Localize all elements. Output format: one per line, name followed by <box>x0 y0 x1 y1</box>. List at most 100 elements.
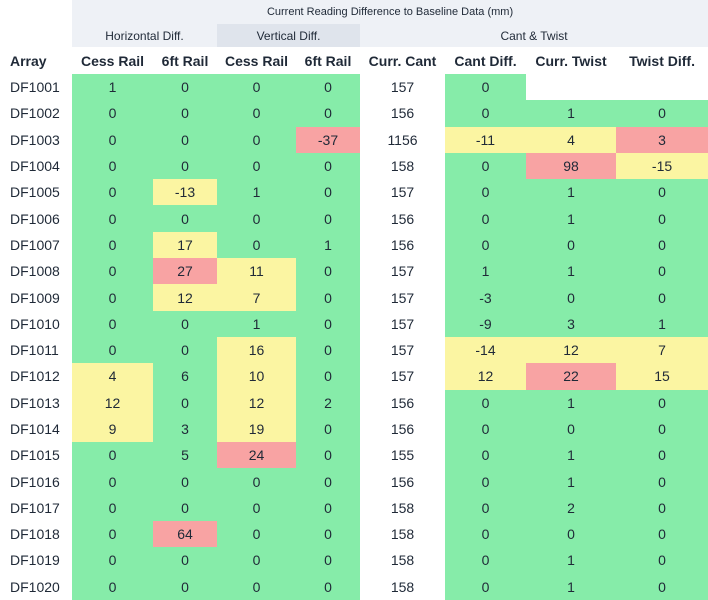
cell-twist-diff: 0 <box>616 415 708 443</box>
cell-curr-cant: 157 <box>360 258 445 285</box>
cell-curr-cant: 156 <box>360 100 445 127</box>
cell-horizontal-6ft-rail: 6 <box>153 363 217 390</box>
row-array-id: DF1012 <box>0 363 72 390</box>
cell-vertical-6ft-rail: 0 <box>296 442 360 469</box>
cell-curr-twist <box>526 74 616 101</box>
table-row: DF1001 1 0 0 0 157 0 <box>0 74 708 101</box>
table-row: DF1010 0 0 1 0 157 -9 3 1 <box>0 310 708 337</box>
cell-twist-diff: 1 <box>616 310 708 337</box>
cell-horizontal-cess-rail: 0 <box>72 573 153 600</box>
cell-vertical-6ft-rail: 0 <box>296 547 360 574</box>
cell-vertical-cess-rail: 19 <box>217 415 296 443</box>
column-header-twist-diff[interactable]: Twist Diff. <box>616 47 708 74</box>
cell-curr-twist: 3 <box>526 310 616 337</box>
cell-twist-diff: 0 <box>616 442 708 469</box>
cell-twist-diff: -15 <box>616 152 708 180</box>
column-header-horizontal-6ft-rail[interactable]: 6ft Rail <box>153 47 217 74</box>
column-header-horizontal-cess-rail[interactable]: Cess Rail <box>72 47 153 74</box>
cell-curr-twist: 4 <box>526 126 616 153</box>
cell-horizontal-cess-rail: 0 <box>72 231 153 259</box>
cell-horizontal-cess-rail: 0 <box>72 126 153 153</box>
cell-vertical-6ft-rail: 0 <box>296 205 360 232</box>
cell-curr-twist: 1 <box>526 389 616 416</box>
cell-vertical-6ft-rail: 0 <box>296 521 360 548</box>
cell-curr-twist: 2 <box>526 494 616 522</box>
cell-horizontal-6ft-rail: 0 <box>153 573 217 600</box>
cell-twist-diff: 3 <box>616 126 708 153</box>
column-header-curr-cant[interactable]: Curr. Cant <box>360 47 445 74</box>
cell-curr-cant: 157 <box>360 336 445 364</box>
table-row: DF1008 0 27 11 0 157 1 1 0 <box>0 258 708 285</box>
cell-curr-cant: 156 <box>360 231 445 259</box>
cell-twist-diff: 7 <box>616 336 708 364</box>
cell-twist-diff: 0 <box>616 468 708 495</box>
cell-curr-twist: 0 <box>526 521 616 548</box>
group-spacer <box>0 24 72 47</box>
group-horizontal-diff: Horizontal Diff. <box>72 24 217 47</box>
row-array-id: DF1019 <box>0 547 72 574</box>
cell-vertical-6ft-rail: 0 <box>296 74 360 101</box>
cell-twist-diff: 0 <box>616 231 708 259</box>
cell-horizontal-cess-rail: 0 <box>72 205 153 232</box>
cell-cant-diff: -9 <box>445 310 526 337</box>
cell-horizontal-6ft-rail: 0 <box>153 310 217 337</box>
cell-curr-twist: 1 <box>526 258 616 285</box>
cell-cant-diff: 0 <box>445 573 526 600</box>
cell-curr-twist: 0 <box>526 231 616 259</box>
row-array-id: DF1009 <box>0 284 72 311</box>
cell-horizontal-cess-rail: 0 <box>72 179 153 206</box>
cell-curr-cant: 158 <box>360 494 445 522</box>
row-array-id: DF1020 <box>0 573 72 600</box>
cell-curr-cant: 156 <box>360 205 445 232</box>
cell-vertical-cess-rail: 0 <box>217 231 296 259</box>
cell-horizontal-cess-rail: 0 <box>72 442 153 469</box>
table-row: DF1011 0 0 16 0 157 -14 12 7 <box>0 336 708 364</box>
cell-twist-diff: 0 <box>616 389 708 416</box>
cell-horizontal-cess-rail: 4 <box>72 363 153 390</box>
row-array-id: DF1008 <box>0 258 72 285</box>
cell-curr-twist: 1 <box>526 100 616 127</box>
cell-curr-cant: 157 <box>360 310 445 337</box>
cell-cant-diff: 0 <box>445 415 526 443</box>
column-header-vertical-6ft-rail[interactable]: 6ft Rail <box>296 47 360 74</box>
table-row: DF1004 0 0 0 0 158 0 98 -15 <box>0 152 708 180</box>
row-array-id: DF1001 <box>0 74 72 101</box>
cell-vertical-cess-rail: 10 <box>217 363 296 390</box>
cell-vertical-cess-rail: 0 <box>217 547 296 574</box>
cell-vertical-cess-rail: 0 <box>217 100 296 127</box>
table-row: DF1009 0 12 7 0 157 -3 0 0 <box>0 284 708 311</box>
table-row: DF1002 0 0 0 0 156 0 1 0 <box>0 100 708 127</box>
column-header-cant-diff[interactable]: Cant Diff. <box>445 47 526 74</box>
cell-curr-cant: 157 <box>360 363 445 390</box>
cell-horizontal-6ft-rail: 17 <box>153 231 217 259</box>
cell-horizontal-6ft-rail: 0 <box>153 468 217 495</box>
cell-curr-twist: 1 <box>526 547 616 574</box>
table-row: DF1012 4 6 10 0 157 12 22 15 <box>0 363 708 390</box>
row-array-id: DF1006 <box>0 205 72 232</box>
cell-vertical-cess-rail: 24 <box>217 442 296 469</box>
cell-vertical-cess-rail: 0 <box>217 152 296 180</box>
column-header-vertical-cess-rail[interactable]: Cess Rail <box>217 47 296 74</box>
cell-horizontal-6ft-rail: -13 <box>153 179 217 206</box>
cell-cant-diff: 0 <box>445 547 526 574</box>
column-header-curr-twist[interactable]: Curr. Twist <box>526 47 616 74</box>
cell-curr-twist: 1 <box>526 442 616 469</box>
cell-curr-cant: 155 <box>360 442 445 469</box>
cell-horizontal-cess-rail: 1 <box>72 74 153 101</box>
cell-horizontal-cess-rail: 12 <box>72 389 153 416</box>
title-spacer <box>0 0 72 24</box>
cell-curr-cant: 157 <box>360 179 445 206</box>
cell-cant-diff: 1 <box>445 258 526 285</box>
cell-vertical-cess-rail: 0 <box>217 521 296 548</box>
row-array-id: DF1004 <box>0 152 72 180</box>
column-header-array[interactable]: Array <box>0 47 72 74</box>
baseline-difference-report: Current Reading Difference to Baseline D… <box>0 0 708 600</box>
cell-cant-diff: 0 <box>445 205 526 232</box>
cell-curr-cant: 156 <box>360 389 445 416</box>
cell-horizontal-6ft-rail: 0 <box>153 205 217 232</box>
baseline-difference-table: Current Reading Difference to Baseline D… <box>0 0 708 600</box>
cell-twist-diff: 0 <box>616 258 708 285</box>
table-row: DF1005 0 -13 1 0 157 0 1 0 <box>0 179 708 206</box>
cell-vertical-cess-rail: 16 <box>217 336 296 364</box>
cell-vertical-6ft-rail: 0 <box>296 494 360 522</box>
